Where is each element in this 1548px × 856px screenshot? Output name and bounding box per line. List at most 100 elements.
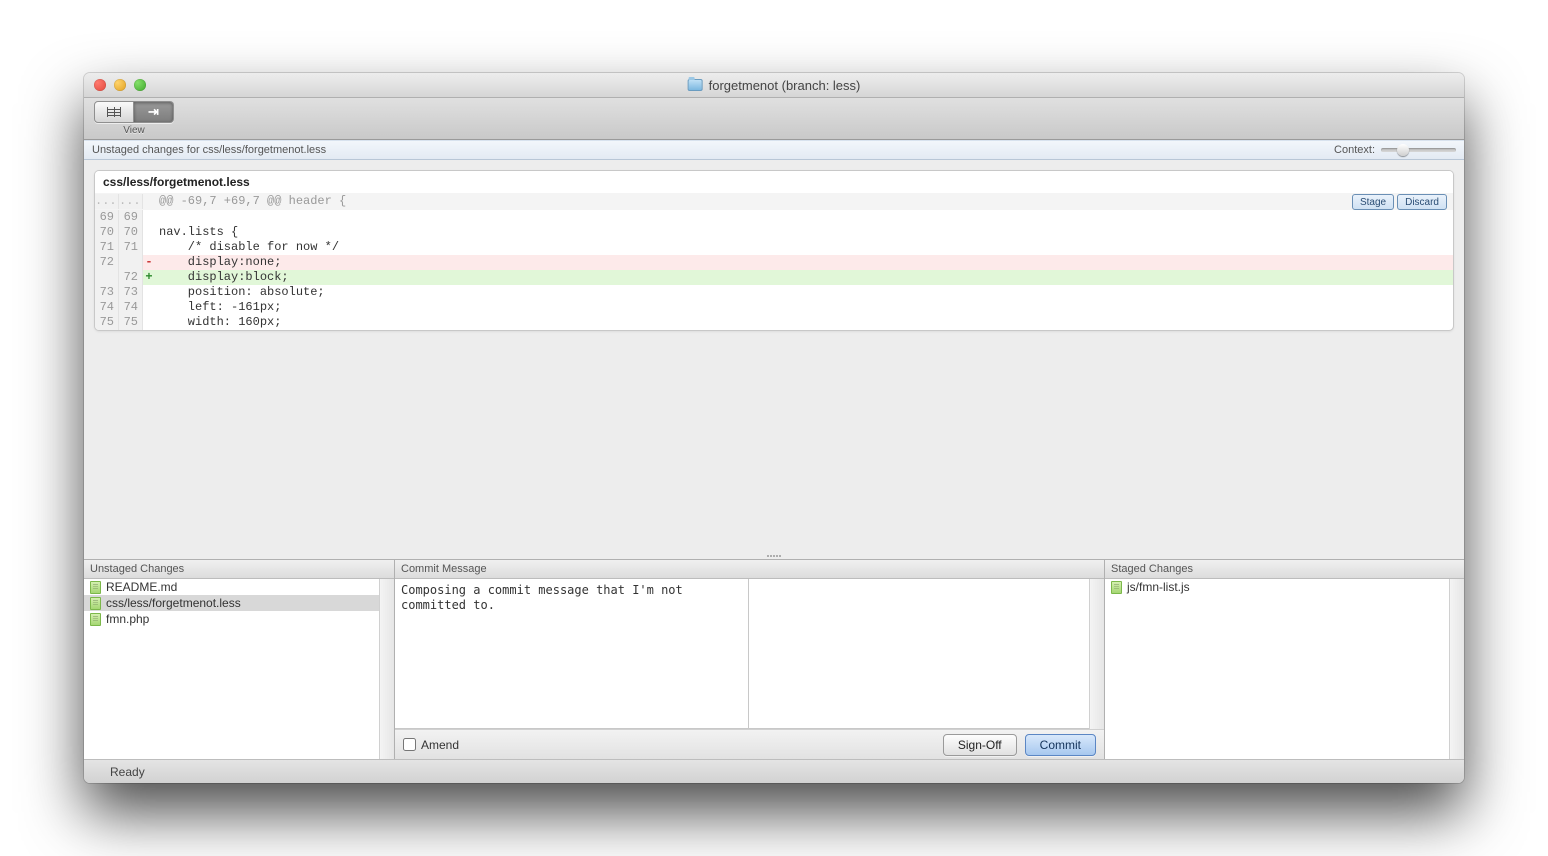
diff-line[interactable]: 7171 /* disable for now */ (95, 240, 1453, 255)
zoom-window-button[interactable] (134, 79, 146, 91)
line-number-old: 70 (95, 225, 119, 240)
line-number-old: 71 (95, 240, 119, 255)
diff-line[interactable]: 72+ display:block; (95, 270, 1453, 285)
diff-subheader: Unstaged changes for css/less/forgetmeno… (84, 140, 1464, 160)
hunk-header-text: @@ -69,7 +69,7 @@ header { (155, 194, 1453, 209)
diff-marker (143, 285, 155, 300)
diff-marker: + (143, 270, 155, 285)
diff-subheader-text: Unstaged changes for css/less/forgetmeno… (92, 144, 326, 156)
line-number-old: 74 (95, 300, 119, 315)
file-icon (90, 597, 101, 610)
status-text: Ready (110, 765, 145, 779)
diff-code: nav.lists { (155, 225, 1453, 240)
file-name: css/less/forgetmenot.less (106, 596, 241, 610)
line-number-new (119, 255, 143, 270)
diff-marker: - (143, 255, 155, 270)
splitter-handle[interactable] (754, 555, 794, 559)
amend-checkbox-label[interactable]: Amend (403, 738, 459, 752)
line-number-new: 75 (119, 315, 143, 330)
diff-code: display:block; (155, 270, 1453, 285)
view-mode-diff-button[interactable] (134, 101, 174, 123)
line-number-old: 72 (95, 255, 119, 270)
diff-code: left: -161px; (155, 300, 1453, 315)
line-number-old: 73 (95, 285, 119, 300)
staged-file-list[interactable]: js/fmn-list.js (1105, 579, 1449, 759)
amend-checkbox[interactable] (403, 738, 416, 751)
commit-header: Commit Message (395, 560, 1104, 579)
titlebar[interactable]: forgetmenot (branch: less) (84, 73, 1464, 98)
diff-marker (143, 240, 155, 255)
file-item[interactable]: fmn.php (84, 611, 379, 627)
line-number-new: 73 (119, 285, 143, 300)
staged-panel: Staged Changes js/fmn-list.js (1104, 560, 1464, 759)
context-slider-group: Context: (1334, 144, 1456, 156)
diff-line[interactable]: 7575 width: 160px; (95, 315, 1453, 330)
unstaged-scrollbar[interactable] (379, 579, 394, 759)
diff-line[interactable]: 7474 left: -161px; (95, 300, 1453, 315)
discard-hunk-button[interactable]: Discard (1397, 194, 1447, 210)
view-toggle-label: View (123, 125, 145, 136)
line-number-new: 74 (119, 300, 143, 315)
diff-marker (143, 300, 155, 315)
commit-scrollbar[interactable] (1089, 579, 1104, 729)
staged-scrollbar[interactable] (1449, 579, 1464, 759)
view-toggle-group: View (94, 101, 174, 136)
line-number-new: 69 (119, 210, 143, 225)
diff-line[interactable]: 72 - display:none; (95, 255, 1453, 270)
diff-code: width: 160px; (155, 315, 1453, 330)
file-icon (90, 613, 101, 626)
close-window-button[interactable] (94, 79, 106, 91)
minimize-window-button[interactable] (114, 79, 126, 91)
file-item[interactable]: README.md (84, 579, 379, 595)
line-number-new: ... (119, 194, 143, 209)
commit-button[interactable]: Commit (1025, 734, 1096, 756)
diff-panel: css/less/forgetmenot.less ...... @@ -69,7… (94, 170, 1454, 331)
splitter-area (84, 341, 1464, 559)
diff-marker (143, 315, 155, 330)
commit-panel: Commit Message Amend Sign-Off Commit (394, 560, 1104, 759)
diff-code (155, 210, 1453, 225)
line-number-old: ... (95, 194, 119, 209)
window-title: forgetmenot (branch: less) (688, 78, 861, 93)
context-label: Context: (1334, 144, 1375, 156)
commit-description-input[interactable] (748, 579, 1090, 729)
file-name: README.md (106, 580, 177, 594)
file-name: fmn.php (106, 612, 149, 626)
diff-code: position: absolute; (155, 285, 1453, 300)
file-item[interactable]: css/less/forgetmenot.less (84, 595, 379, 611)
unstaged-panel: Unstaged Changes README.mdcss/less/forge… (84, 560, 394, 759)
line-number-new: 72 (119, 270, 143, 285)
stage-hunk-button[interactable]: Stage (1352, 194, 1394, 210)
commit-footer: Amend Sign-Off Commit (395, 729, 1104, 759)
file-item[interactable]: js/fmn-list.js (1105, 579, 1449, 595)
file-icon (1111, 581, 1122, 594)
line-number-new: 70 (119, 225, 143, 240)
folder-icon (688, 79, 703, 91)
file-name: js/fmn-list.js (1127, 580, 1190, 594)
diff-marker (143, 210, 155, 225)
diff-marker (143, 225, 155, 240)
unstaged-file-list[interactable]: README.md css/less/forgetmenot.less fmn.ph… (84, 579, 379, 759)
amend-label: Amend (421, 738, 459, 752)
staged-header: Staged Changes (1105, 560, 1464, 579)
diff-line[interactable]: 7070 nav.lists { (95, 225, 1453, 240)
app-window: forgetmenot (branch: less) View Unstaged… (84, 73, 1464, 783)
diff-line[interactable]: 6969 (95, 210, 1453, 225)
context-slider-thumb[interactable] (1397, 144, 1409, 156)
commit-message-input[interactable] (395, 579, 748, 729)
line-number-old (95, 270, 119, 285)
diff-line[interactable]: 7373 position: absolute; (95, 285, 1453, 300)
line-number-old: 75 (95, 315, 119, 330)
signoff-button[interactable]: Sign-Off (943, 734, 1017, 756)
diff-code: display:none; (155, 255, 1453, 270)
window-title-text: forgetmenot (branch: less) (709, 78, 861, 93)
diff-code: /* disable for now */ (155, 240, 1453, 255)
bottom-panels: Unstaged Changes README.mdcss/less/forge… (84, 559, 1464, 759)
view-mode-list-button[interactable] (94, 101, 134, 123)
file-icon (90, 581, 101, 594)
diff-hunk-header: ...... @@ -69,7 +69,7 @@ header {StageDis… (95, 193, 1453, 210)
list-view-icon (107, 107, 121, 117)
diff-file-path: css/less/forgetmenot.less (95, 171, 1453, 193)
context-slider[interactable] (1381, 148, 1456, 152)
line-number-old: 69 (95, 210, 119, 225)
